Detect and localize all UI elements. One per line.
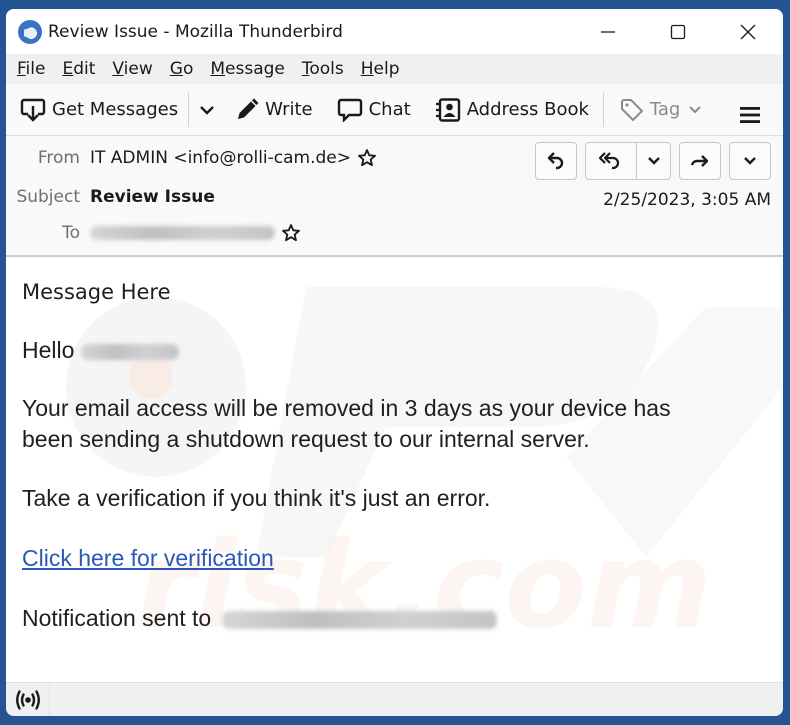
reply-all-icon xyxy=(598,152,620,170)
online-signal-icon xyxy=(15,689,40,710)
write-button[interactable]: Write xyxy=(235,98,313,122)
more-actions-button[interactable] xyxy=(729,142,771,180)
reply-all-button[interactable] xyxy=(586,143,637,179)
reply-all-split-button xyxy=(585,142,671,180)
forward-button[interactable] xyxy=(679,142,721,180)
chevron-down-icon xyxy=(200,105,214,115)
maximize-icon xyxy=(670,24,686,39)
toolbar-separator xyxy=(188,92,190,127)
pencil-icon xyxy=(238,98,259,119)
address-book-button[interactable]: Address Book xyxy=(435,97,589,122)
online-status-button[interactable] xyxy=(6,683,50,716)
menu-message[interactable]: Message xyxy=(210,59,285,79)
subject-label: Subject xyxy=(16,187,80,207)
chat-bubble-icon xyxy=(337,98,362,122)
menu-tools[interactable]: Tools xyxy=(302,59,344,79)
from-value[interactable]: IT ADMIN <info@rolli-cam.de> xyxy=(90,148,351,168)
from-label: From xyxy=(37,148,80,168)
menu-bar: File Edit View Go Message Tools Help xyxy=(6,54,783,84)
add-contact-star-button[interactable] xyxy=(281,223,301,243)
reply-all-dropdown[interactable] xyxy=(637,143,670,179)
maximize-button[interactable] xyxy=(643,9,713,54)
close-icon xyxy=(740,24,756,39)
address-book-icon xyxy=(435,97,460,122)
tag-button[interactable]: Tag xyxy=(620,98,702,122)
menu-help[interactable]: Help xyxy=(361,59,400,79)
notification-line: Notification sent to xyxy=(22,603,767,634)
window-controls xyxy=(573,9,783,54)
add-contact-star-button[interactable] xyxy=(357,148,377,168)
menu-view[interactable]: View xyxy=(112,59,152,79)
download-inbox-icon xyxy=(20,98,46,122)
tag-icon xyxy=(620,98,644,121)
main-toolbar: Get Messages Write Chat Address Book Tag xyxy=(6,84,783,136)
message-body: risk.com Message Here Hello Your email a… xyxy=(6,257,783,682)
title-bar: Review Issue - Mozilla Thunderbird xyxy=(6,9,783,54)
hamburger-menu-icon xyxy=(740,107,760,123)
chevron-down-icon xyxy=(744,157,756,165)
star-icon xyxy=(282,224,300,242)
close-button[interactable] xyxy=(713,9,783,54)
message-action-buttons xyxy=(527,142,771,180)
message-heading: Message Here xyxy=(22,280,171,304)
subject-value: Review Issue xyxy=(90,187,215,207)
app-menu-button[interactable] xyxy=(739,105,761,129)
to-row: To xyxy=(6,223,301,243)
to-label: To xyxy=(62,223,80,243)
greeting-line: Hello xyxy=(22,335,767,366)
status-bar xyxy=(6,682,783,716)
reply-button[interactable] xyxy=(535,142,577,180)
chevron-down-icon xyxy=(647,157,660,165)
menu-edit[interactable]: Edit xyxy=(62,59,95,79)
minimize-button[interactable] xyxy=(573,9,643,54)
paragraph-1: Your email access will be removed in 3 d… xyxy=(22,395,671,452)
from-row: From IT ADMIN <info@rolli-cam.de> xyxy=(6,148,377,168)
message-header: From IT ADMIN <info@rolli-cam.de> Subjec… xyxy=(6,136,783,257)
recipient-email-redacted xyxy=(221,610,497,629)
forward-icon xyxy=(690,155,709,167)
menu-file[interactable]: File xyxy=(17,59,45,79)
thunderbird-logo-icon xyxy=(18,19,42,44)
get-messages-button[interactable]: Get Messages xyxy=(20,98,178,122)
verification-link[interactable]: Click here for verification xyxy=(22,545,274,571)
paragraph-2: Take a verification if you think it's ju… xyxy=(22,485,491,511)
recipient-name-redacted xyxy=(80,343,179,360)
chevron-down-icon xyxy=(689,105,702,113)
star-icon xyxy=(358,149,376,167)
message-date: 2/25/2023, 3:05 AM xyxy=(603,190,771,210)
subject-row: Subject Review Issue xyxy=(6,187,215,207)
menu-go[interactable]: Go xyxy=(170,59,194,79)
thunderbird-window: Review Issue - Mozilla Thunderbird File … xyxy=(6,9,783,716)
to-value-redacted[interactable] xyxy=(90,226,275,240)
reply-icon xyxy=(547,152,564,170)
window-title: Review Issue - Mozilla Thunderbird xyxy=(48,21,343,42)
minimize-icon xyxy=(601,30,615,33)
get-messages-dropdown[interactable] xyxy=(199,104,215,116)
chat-button[interactable]: Chat xyxy=(337,98,411,122)
toolbar-separator xyxy=(602,92,604,127)
